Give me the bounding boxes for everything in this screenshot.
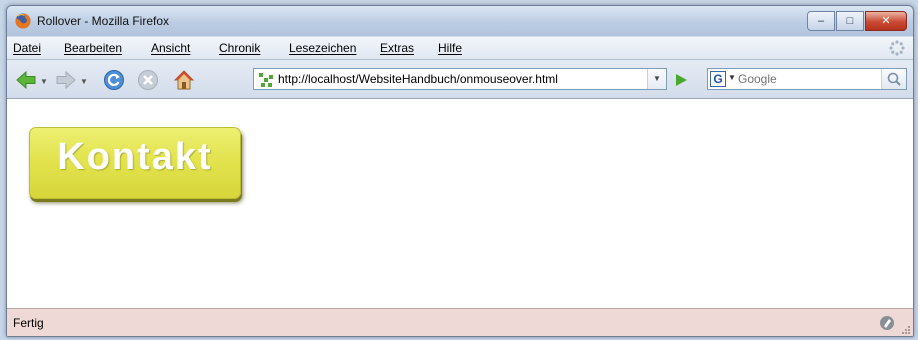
pencil-icon[interactable] [879,315,895,331]
menu-ansicht[interactable]: Ansicht [151,41,190,55]
title-bar: Rollover - Mozilla Firefox – □ ✕ [7,6,913,36]
go-arrow-icon[interactable] [673,72,689,88]
resize-grip-icon[interactable] [901,325,911,335]
menu-datei[interactable]: Datei [13,41,41,55]
browser-window: Rollover - Mozilla Firefox – □ ✕ Datei B… [6,5,914,337]
maximize-icon: □ [846,15,854,27]
status-bar: Fertig [7,308,913,336]
kontakt-button[interactable]: Kontakt [29,127,241,199]
back-arrow-icon[interactable] [15,69,37,91]
stop-icon[interactable] [137,69,159,91]
reload-icon[interactable] [103,69,125,91]
close-button[interactable]: ✕ [865,11,907,31]
navigation-toolbar: ▼ ▼ ▼ [7,60,913,99]
status-text: Fertig [13,316,44,330]
home-icon[interactable] [173,69,195,91]
menu-hilfe[interactable]: Hilfe [438,41,462,55]
menu-bearbeiten[interactable]: Bearbeiten [64,41,122,55]
maximize-button[interactable]: □ [836,11,864,31]
menu-bar: Datei Bearbeiten Ansicht Chronik Lesezei… [7,37,913,60]
throbber-icon [889,40,905,56]
url-input[interactable] [278,71,628,87]
search-input[interactable] [738,71,874,87]
site-favicon-icon [259,73,273,87]
minimize-icon: – [817,15,825,27]
firefox-icon [15,13,31,29]
address-bar[interactable]: ▼ [253,68,667,90]
forward-history-dropdown[interactable]: ▼ [80,77,88,86]
close-icon: ✕ [881,15,891,27]
menu-extras[interactable]: Extras [380,41,414,55]
menu-lesezeichen[interactable]: Lesezeichen [289,41,356,55]
minimize-button[interactable]: – [807,11,835,31]
window-controls: – □ ✕ [806,11,907,31]
search-button[interactable] [881,69,906,89]
forward-arrow-icon[interactable] [55,69,77,91]
kontakt-label: Kontakt [57,136,213,178]
search-engine-dropdown[interactable]: ▼ [728,73,736,82]
window-title: Rollover - Mozilla Firefox [37,14,170,28]
search-engine-icon[interactable]: G [710,71,726,87]
magnifier-icon [887,72,901,86]
url-history-dropdown[interactable]: ▼ [647,69,666,89]
page-content: Kontakt [7,99,913,308]
menu-chronik[interactable]: Chronik [219,41,260,55]
search-bar[interactable]: G ▼ [707,68,907,90]
back-history-dropdown[interactable]: ▼ [40,77,48,86]
